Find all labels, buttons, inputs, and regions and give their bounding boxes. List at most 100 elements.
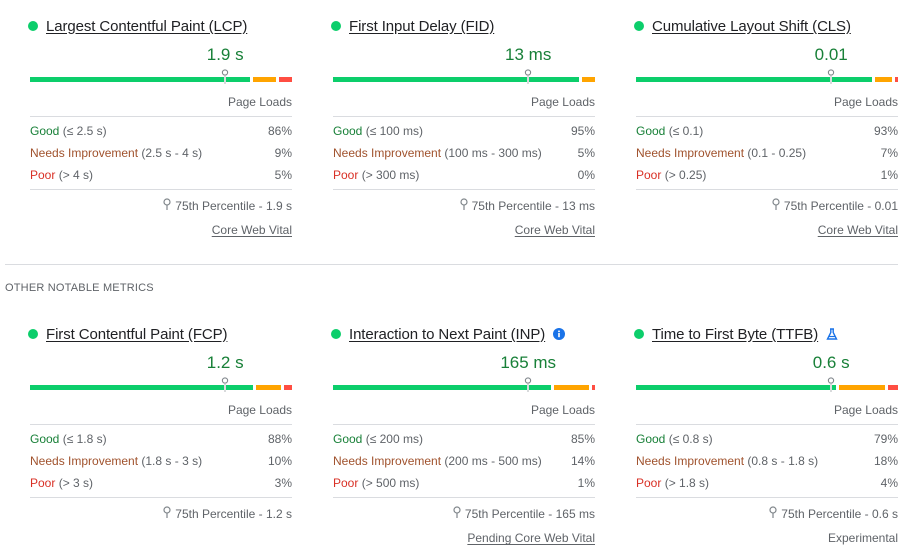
rating-range: (2.5 s - 4 s) xyxy=(141,146,203,160)
distribution-row-needs-improvement: Needs Improvement (1.8 s - 3 s) 10% xyxy=(30,452,292,470)
distribution-row-poor: Poor (> 1.8 s) 4% xyxy=(636,474,898,492)
percentile-marker-icon xyxy=(222,377,229,392)
metric-title-link[interactable]: First Input Delay (FID) xyxy=(349,18,494,35)
rating-percent: 10% xyxy=(267,454,292,468)
metric-title-link[interactable]: Largest Contentful Paint (LCP) xyxy=(46,18,247,35)
rating-label: Poor xyxy=(636,168,662,182)
divider xyxy=(636,497,898,498)
rating-label: Good xyxy=(333,124,363,138)
percentile-marker-icon xyxy=(525,377,532,392)
rating-percent: 14% xyxy=(570,454,595,468)
rating-range: (> 3 s) xyxy=(58,476,94,490)
core-web-vital-link[interactable]: Core Web Vital xyxy=(212,223,292,237)
rating-percent: 95% xyxy=(570,124,595,138)
rating-label: Needs Improvement xyxy=(30,146,139,160)
core-web-vital-link[interactable]: Pending Core Web Vital xyxy=(467,531,595,545)
rating-range: (≤ 2.5 s) xyxy=(62,124,107,138)
rating-label: Needs Improvement xyxy=(30,454,139,468)
distribution-bar xyxy=(636,377,898,392)
percentile-readout: 75th Percentile - 0.6 s xyxy=(769,506,898,521)
metric-title-link[interactable]: Time to First Byte (TTFB) xyxy=(652,326,818,343)
rating-range: (1.8 s - 3 s) xyxy=(141,454,203,468)
percentile-readout: 75th Percentile - 13 ms xyxy=(459,198,595,213)
status-dot-icon xyxy=(28,329,38,339)
divider xyxy=(30,189,292,190)
bar-segment-good xyxy=(333,77,580,82)
percentile-label: 75th Percentile - 1.9 s xyxy=(175,198,292,213)
bar-segment-needs-improvement xyxy=(553,385,590,390)
distribution-row-poor: Poor (> 500 ms) 1% xyxy=(333,474,595,492)
divider xyxy=(30,116,292,117)
distribution-bar xyxy=(636,69,898,84)
distribution-row-good: Good (≤ 0.8 s) 79% xyxy=(636,430,898,448)
metric-title-line: First Input Delay (FID) xyxy=(331,14,494,38)
bar-segment-needs-improvement xyxy=(253,77,277,82)
divider xyxy=(333,116,595,117)
status-dot-icon xyxy=(331,21,341,31)
metric-title-line: Largest Contentful Paint (LCP) xyxy=(28,14,247,38)
distribution-row-poor: Poor (> 0.25) 1% xyxy=(636,166,898,184)
percentile-readout: 75th Percentile - 0.01 xyxy=(772,198,898,213)
rating-range: (0.1 - 0.25) xyxy=(747,146,807,160)
rating-range: (> 4 s) xyxy=(58,168,94,182)
bar-segment-good xyxy=(333,385,551,390)
bar-segment-good xyxy=(636,77,872,82)
core-web-vital-link[interactable]: Core Web Vital xyxy=(515,223,595,237)
rating-range: (≤ 200 ms) xyxy=(365,432,423,446)
metric-title-link[interactable]: First Contentful Paint (FCP) xyxy=(46,326,228,343)
distribution-row-good: Good (≤ 100 ms) 95% xyxy=(333,122,595,140)
rating-percent: 3% xyxy=(274,476,292,490)
experimental-label: Experimental xyxy=(827,531,898,545)
distribution-row-good: Good (≤ 1.8 s) 88% xyxy=(30,430,292,448)
rating-label: Poor xyxy=(636,476,662,490)
distribution-row-needs-improvement: Needs Improvement (100 ms - 300 ms) 5% xyxy=(333,144,595,162)
metric-value: 13 ms xyxy=(505,45,552,64)
rating-percent: 7% xyxy=(880,146,898,160)
divider xyxy=(333,497,595,498)
rating-percent: 86% xyxy=(267,124,292,138)
percentile-readout: 75th Percentile - 165 ms xyxy=(453,506,595,521)
metric-value: 1.2 s xyxy=(206,353,244,372)
bar-segment-good xyxy=(30,385,254,390)
status-dot-icon xyxy=(331,329,341,339)
pin-icon xyxy=(163,198,175,213)
bar-segment-poor xyxy=(887,385,898,390)
page-loads-label: Page Loads xyxy=(833,403,898,417)
metric-title-link[interactable]: Interaction to Next Paint (INP) xyxy=(349,326,545,343)
rating-label: Needs Improvement xyxy=(636,146,745,160)
distribution-row-good: Good (≤ 200 ms) 85% xyxy=(333,430,595,448)
percentile-marker-icon xyxy=(828,377,835,392)
rating-percent: 9% xyxy=(274,146,292,160)
bar-segment-needs-improvement xyxy=(874,77,893,82)
metric-title-link[interactable]: Cumulative Layout Shift (CLS) xyxy=(652,18,851,35)
flask-icon[interactable] xyxy=(826,328,838,340)
rating-percent: 88% xyxy=(267,432,292,446)
rating-percent: 93% xyxy=(873,124,898,138)
section-heading-other-metrics: OTHER NOTABLE METRICS xyxy=(5,282,154,294)
metric-value: 165 ms xyxy=(500,353,557,372)
divider xyxy=(636,116,898,117)
divider xyxy=(30,424,292,425)
rating-label: Poor xyxy=(333,476,359,490)
core-web-vitals-section: Largest Contentful Paint (LCP) 1.9 s Page … xyxy=(0,0,904,250)
percentile-marker-icon xyxy=(525,69,532,84)
page-loads-label: Page Loads xyxy=(833,95,898,109)
divider xyxy=(636,189,898,190)
rating-percent: 5% xyxy=(274,168,292,182)
metric-title-line: First Contentful Paint (FCP) xyxy=(28,322,228,346)
metric-value: 0.6 s xyxy=(812,353,850,372)
rating-label: Needs Improvement xyxy=(333,454,442,468)
core-web-vital-link[interactable]: Core Web Vital xyxy=(818,223,898,237)
rating-range: (> 500 ms) xyxy=(361,476,420,490)
rating-percent: 18% xyxy=(873,454,898,468)
percentile-marker-icon xyxy=(828,69,835,84)
rating-range: (> 300 ms) xyxy=(361,168,420,182)
metric-title-line: Cumulative Layout Shift (CLS) xyxy=(634,14,851,38)
info-icon[interactable] xyxy=(553,328,566,340)
distribution-bar xyxy=(30,377,292,392)
bar-segment-good xyxy=(30,77,251,82)
rating-label: Good xyxy=(30,432,60,446)
divider xyxy=(333,189,595,190)
pin-icon xyxy=(769,506,781,521)
bar-segment-poor xyxy=(279,77,292,82)
